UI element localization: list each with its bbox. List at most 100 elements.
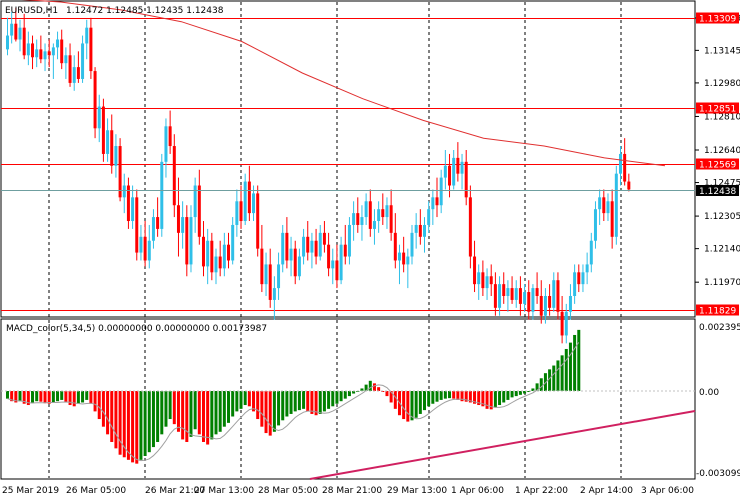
candle-body xyxy=(464,161,468,198)
macd-bar xyxy=(227,391,231,423)
macd-bar xyxy=(439,391,443,400)
macd-bar xyxy=(393,391,397,409)
level-tag-text: 1.12569 xyxy=(699,161,736,171)
candle-body xyxy=(364,201,368,218)
candle-body xyxy=(360,217,364,225)
macd-bar xyxy=(239,391,243,409)
macd-bar xyxy=(339,391,343,402)
candle-body xyxy=(356,213,360,225)
candle-body xyxy=(314,240,318,257)
macd-bar xyxy=(443,391,447,399)
macd-bar xyxy=(214,391,218,435)
candle-body xyxy=(35,49,39,58)
candle-body xyxy=(548,295,552,308)
candle-body xyxy=(210,240,214,273)
level-tag-text: 1.11829 xyxy=(699,307,736,317)
candle-body xyxy=(485,276,489,289)
bid-price-tag: 1.12438 xyxy=(696,185,739,197)
candle-body xyxy=(222,244,226,269)
candle-body xyxy=(39,49,43,60)
candle-body xyxy=(477,272,481,285)
candle-body xyxy=(197,185,201,237)
macd-bar xyxy=(510,391,514,398)
macd-bar xyxy=(89,391,93,404)
candle-body xyxy=(260,248,264,285)
macd-bar xyxy=(39,391,43,402)
price-tick-label: 1.12140 xyxy=(704,245,740,255)
candle-body xyxy=(593,209,597,241)
candle-body xyxy=(176,205,180,233)
macd-bar xyxy=(51,391,55,403)
candle-body xyxy=(310,240,314,253)
candle-body xyxy=(56,39,60,48)
time-axis[interactable]: 25 Mar 2019 26 Mar 05:00 26 Mar 21:0027 Ma… xyxy=(2,486,694,496)
candle-body xyxy=(76,67,80,79)
macd-bar xyxy=(231,391,235,417)
candle-body xyxy=(131,197,135,222)
macd-bar xyxy=(435,391,439,402)
macd-bar xyxy=(306,391,310,412)
price-tick-label: 1.12305 xyxy=(704,212,740,222)
macd-bar xyxy=(272,391,276,432)
candle-body xyxy=(610,201,614,237)
candle-body xyxy=(489,276,493,285)
candle-body xyxy=(423,224,426,237)
macd-bar xyxy=(568,342,572,391)
candle-body xyxy=(218,256,222,269)
candle-body xyxy=(347,224,351,257)
candle-body xyxy=(97,106,101,129)
macd-bar xyxy=(456,391,460,400)
candle-body xyxy=(606,201,610,214)
macd-bar xyxy=(514,391,518,397)
macd-bar xyxy=(539,378,543,391)
macd-bar xyxy=(6,391,9,399)
candle-body xyxy=(560,311,564,336)
candle-body xyxy=(331,260,335,269)
candle-body xyxy=(614,173,618,237)
candle-body xyxy=(443,165,447,178)
macd-bar xyxy=(201,391,205,442)
macd-bar xyxy=(147,391,151,453)
level-tag-text: 1.13309 xyxy=(699,15,736,25)
candle-body xyxy=(43,51,47,60)
candle-body xyxy=(47,51,51,56)
macd-bar xyxy=(423,391,426,411)
macd-bar xyxy=(85,391,89,400)
macd-title: MACD_color(5,34,5) 0.00000000 0.00000000… xyxy=(6,324,267,334)
candle-body xyxy=(135,197,139,253)
macd-bar xyxy=(72,391,76,407)
candle-body xyxy=(81,43,85,79)
candle-body xyxy=(297,256,301,277)
macd-bar xyxy=(368,380,372,391)
candle-body xyxy=(506,288,510,296)
candle-body xyxy=(168,126,172,147)
macd-bar xyxy=(402,391,406,420)
time-tick-label: 2 Apr 14:00 xyxy=(580,486,633,496)
candle-body xyxy=(143,236,147,261)
candle-body xyxy=(227,244,231,261)
candle-body xyxy=(231,224,235,261)
macd-bar xyxy=(343,391,347,399)
trading-chart[interactable]: EURUSD,H1 1.12472 1.12485 1.12435 1.1243… xyxy=(0,0,740,500)
macd-bar xyxy=(164,391,168,427)
candle-body xyxy=(302,236,306,257)
candle-body xyxy=(389,205,393,233)
candle-body xyxy=(239,201,243,222)
macd-bar xyxy=(448,391,452,399)
candle-body xyxy=(427,209,431,225)
candle-body xyxy=(101,106,105,154)
ohlc-label: 1.12472 1.12485 1.12435 1.12438 xyxy=(66,6,224,16)
candle-body xyxy=(627,181,631,190)
macd-bar xyxy=(260,391,264,427)
candle-body xyxy=(343,244,347,257)
macd-bar xyxy=(93,391,97,412)
candle-body xyxy=(268,264,272,300)
candle-body xyxy=(22,27,26,56)
candle-body xyxy=(306,236,310,253)
time-tick-label: 28 Mar 05:00 xyxy=(258,486,318,496)
candle-body xyxy=(352,213,356,225)
macd-bar xyxy=(197,391,201,435)
candle-body xyxy=(89,27,93,72)
macd-axis-min: -0.003099 xyxy=(696,469,740,479)
macd-bar xyxy=(135,391,139,464)
